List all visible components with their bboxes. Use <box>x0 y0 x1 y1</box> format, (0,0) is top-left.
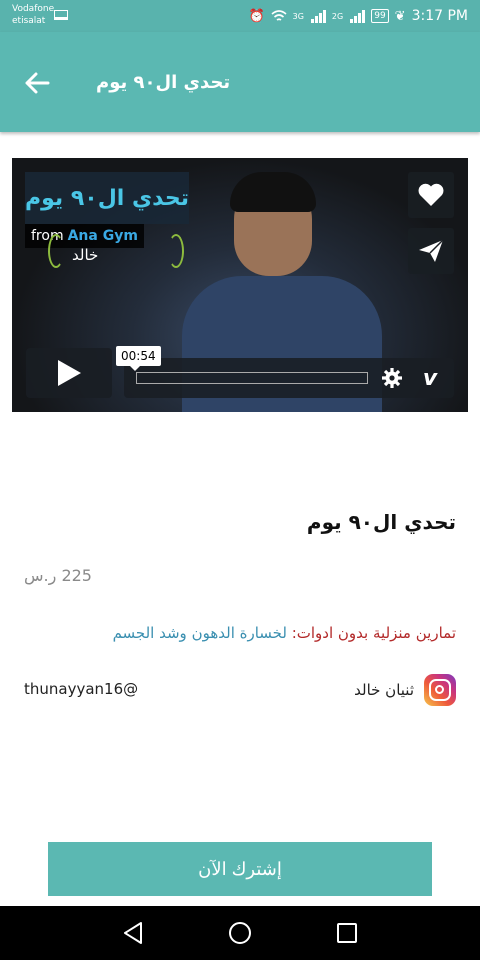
course-description: تمارين منزلية بدون ادوات: لخسارة الدهون … <box>113 624 456 642</box>
instagram-icon <box>424 674 456 706</box>
video-person-hair <box>230 172 316 212</box>
carrier-name-2: etisalat <box>12 16 46 26</box>
video-logo-name: خالد <box>72 246 99 264</box>
vimeo-logo[interactable]: v <box>416 364 444 392</box>
laurel-left-icon <box>48 234 64 268</box>
laptop-icon <box>54 10 68 20</box>
time-tooltip: 00:54 <box>116 346 161 371</box>
square-recents-icon <box>337 923 357 943</box>
alarm-icon: ⏰ <box>248 8 265 24</box>
instagram-profile[interactable]: ثنيان خالد <box>354 674 456 706</box>
video-overlay-title: تحدي ال٩٠ يوم <box>25 172 189 224</box>
instagram-name: ثنيان خالد <box>354 681 414 699</box>
play-icon <box>58 360 81 386</box>
back-button[interactable] <box>20 68 54 98</box>
gear-icon <box>382 368 402 388</box>
settings-button[interactable] <box>380 366 404 390</box>
share-button[interactable] <box>408 228 454 274</box>
description-value: لخسارة الدهون وشد الجسم <box>112 624 287 642</box>
video-controls: v <box>124 358 454 398</box>
triangle-back-icon <box>124 922 142 944</box>
network-label-1: 3G <box>292 11 304 21</box>
course-price: 225 ر.س <box>24 566 92 585</box>
signal-icon <box>310 10 326 23</box>
play-button[interactable] <box>26 348 112 398</box>
network-label-2: 2G <box>331 11 344 21</box>
clock: 3:17 PM <box>411 8 468 24</box>
heart-icon <box>418 183 444 206</box>
status-icons: ⏰ 3G 2G 99 ❦ 3:17 PM <box>248 7 468 25</box>
arrow-left-icon <box>25 72 50 94</box>
subscribe-button[interactable]: إشترك الآن <box>48 842 432 896</box>
from-brand: Ana Gym <box>67 228 138 244</box>
signal-icon-2 <box>350 10 366 23</box>
video-from-badge[interactable]: from Ana Gym <box>25 224 144 248</box>
circle-home-icon <box>229 922 251 944</box>
send-icon <box>419 239 444 262</box>
like-button[interactable] <box>408 172 454 218</box>
laurel-right-icon <box>168 234 184 268</box>
navigation-bar <box>0 906 480 960</box>
nav-back-button[interactable] <box>118 918 148 948</box>
carrier-info: Vodafone etisalat <box>12 3 68 27</box>
wifi-icon <box>271 10 287 21</box>
description-label: تمارين منزلية بدون ادوات: <box>291 624 456 642</box>
carrier-name-1: Vodafone <box>12 4 55 14</box>
progress-bar[interactable] <box>136 372 368 384</box>
course-title: تحدي ال٩٠ يوم <box>306 510 456 534</box>
video-player[interactable]: تحدي ال٩٠ يوم from Ana Gym خالد v 00:54 <box>12 158 468 412</box>
app-bar: تحدي ال٩٠ يوم <box>0 32 480 132</box>
battery-icon: 99 <box>371 9 389 23</box>
nav-home-button[interactable] <box>225 918 255 948</box>
leaf-icon: ❦ <box>394 8 406 24</box>
page-title: تحدي ال٩٠ يوم <box>96 72 231 93</box>
instagram-handle[interactable]: thunayyan16@ <box>24 680 138 698</box>
nav-recents-button[interactable] <box>332 918 362 948</box>
status-bar: Vodafone etisalat ⏰ 3G 2G 99 ❦ 3:17 PM <box>0 0 480 32</box>
